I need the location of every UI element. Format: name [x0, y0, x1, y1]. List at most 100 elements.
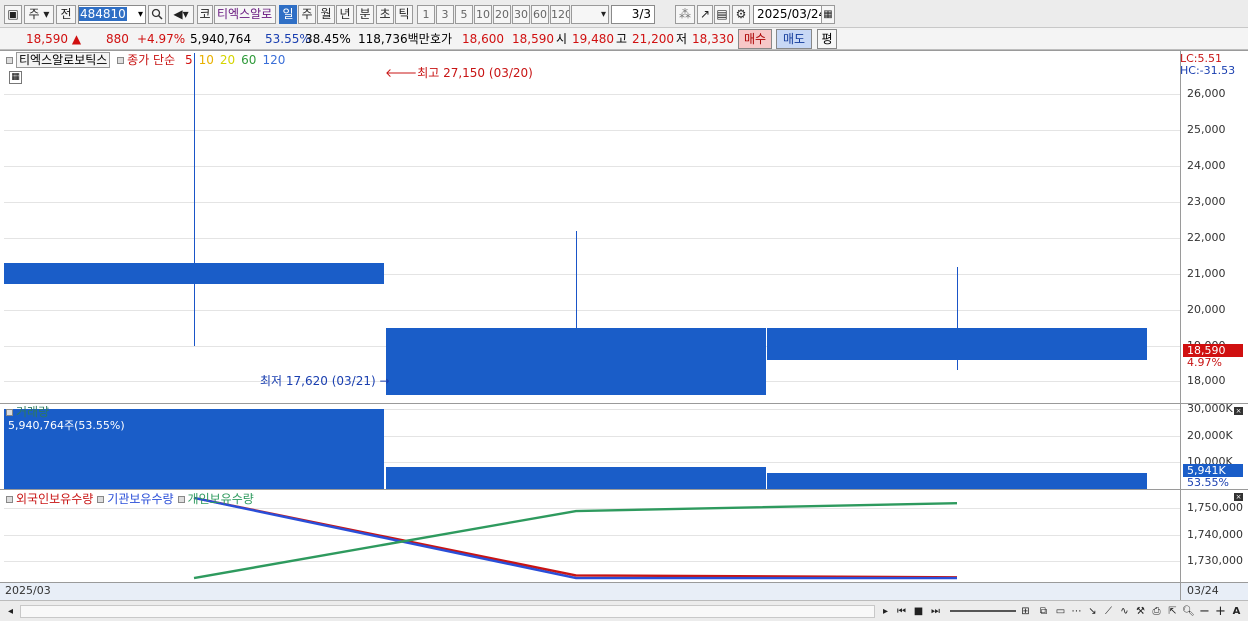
- price-chart-panel[interactable]: [4, 51, 1180, 403]
- open-label: 시: [556, 32, 568, 46]
- interval-button-120[interactable]: 120: [550, 5, 570, 24]
- window-icon[interactable]: ▭: [1053, 604, 1068, 619]
- save-icon[interactable]: ▤: [714, 5, 730, 24]
- period-tab-1[interactable]: 주: [298, 5, 316, 24]
- horizontal-scrollbar[interactable]: [20, 605, 875, 618]
- price-change-pct: +4.97%: [137, 32, 186, 46]
- eval-button[interactable]: 평: [817, 29, 837, 49]
- scroll-right-icon[interactable]: ▸: [878, 604, 893, 619]
- period-tab-4[interactable]: 분: [356, 5, 374, 24]
- speaker-icon[interactable]: ◀▾: [168, 5, 194, 24]
- crosshair-icon[interactable]: ⊞: [1018, 604, 1033, 619]
- wave-icon[interactable]: ∿: [1117, 604, 1132, 619]
- left-arrow-icon: 🡐: [385, 66, 418, 80]
- holding-y-tick: 1,740,000: [1187, 527, 1243, 541]
- stock-name[interactable]: 티엑스알로: [214, 5, 276, 24]
- legend-ma-20: 20: [219, 53, 236, 67]
- period-tab-0[interactable]: 일: [279, 5, 297, 24]
- chevron-down-icon[interactable]: ▾: [138, 6, 143, 23]
- volume-value-label: 5,940,764주(53.55%): [8, 419, 125, 432]
- line-icon[interactable]: ⟋: [1101, 604, 1116, 619]
- unit-select[interactable]: ▾: [571, 5, 609, 24]
- code-input[interactable]: 484810 ▾: [78, 5, 146, 24]
- price-legend: 티엑스알로보틱스 종가 단순 5 10 20 60 120: [6, 52, 285, 68]
- legend-marker: [177, 496, 185, 503]
- open-price: 19,480: [572, 32, 614, 46]
- scroll-left-icon[interactable]: ◂: [3, 604, 18, 619]
- hoga-label: 호가: [430, 32, 453, 46]
- volume-legend: 거래량: [6, 405, 49, 419]
- trend-icon[interactable]: ↘: [1085, 604, 1100, 619]
- price-y-tick: 24,000: [1187, 158, 1226, 172]
- toolbar: ▣ 주 ▾ 전 484810 ▾ ◀▾ 코 티엑스알로 일주월년분초틱 1351…: [0, 0, 1248, 28]
- interval-button-5[interactable]: 5: [455, 5, 473, 24]
- tool-icon[interactable]: ⚒: [1133, 604, 1148, 619]
- volume-bar: [386, 467, 766, 489]
- interval-button-60[interactable]: 60: [531, 5, 549, 24]
- zoom-slider[interactable]: [950, 610, 1016, 612]
- price-y-tick: 25,000: [1187, 123, 1226, 137]
- forward-icon[interactable]: ⏭: [928, 604, 943, 619]
- interval-button-30[interactable]: 30: [512, 5, 530, 24]
- volume-chart-panel[interactable]: [4, 404, 1180, 489]
- legend-series-name[interactable]: 기관보유수량: [107, 492, 173, 506]
- gear-icon[interactable]: ⚙: [732, 5, 750, 24]
- code-prefix-label: 코: [197, 5, 213, 24]
- layout-icon[interactable]: ▣: [4, 5, 22, 24]
- legend-stock-name[interactable]: 티엑스알로보틱스: [16, 52, 111, 68]
- hc-label: HC:-31.53: [1180, 64, 1236, 77]
- price-gridline: [4, 237, 1180, 239]
- current-price: 18,590 ▲: [26, 32, 82, 46]
- market-select[interactable]: 주 ▾: [24, 5, 54, 24]
- volume-value: 5,940,764: [190, 32, 252, 46]
- close-icon[interactable]: ×: [1234, 493, 1243, 501]
- bid-price: 18,590: [512, 32, 554, 46]
- copy-icon[interactable]: ⧉: [1036, 604, 1051, 619]
- sell-button[interactable]: 매도: [776, 29, 812, 49]
- price-gridline: [4, 309, 1180, 311]
- close-icon[interactable]: ×: [1234, 407, 1243, 415]
- scroll-toolbar: ◂ ▸ ⏮ ■ ⏭ ⊞ ⧉ ▭ ⋯ ↘ ⟋ ∿ ⚒ ⎙ ⇱ 🔍︎ − + A: [0, 600, 1248, 621]
- buy-button[interactable]: 매수: [738, 29, 772, 49]
- price-gridline: [4, 201, 1180, 203]
- period-tab-2[interactable]: 월: [317, 5, 335, 24]
- x-axis-bar: [0, 583, 1248, 600]
- period-tab-6[interactable]: 틱: [395, 5, 413, 24]
- legend-series-name[interactable]: 개인보유수량: [188, 492, 254, 506]
- legend-series-name[interactable]: 외국인보유수량: [16, 492, 93, 506]
- up-arrow-icon: ▲: [71, 32, 82, 46]
- interval-button-3[interactable]: 3: [436, 5, 454, 24]
- volume-y-tick: 20,000K: [1187, 428, 1233, 442]
- stop-icon[interactable]: ■: [911, 604, 926, 619]
- volume-bar: [767, 473, 1147, 489]
- zoom-icon[interactable]: 🔍︎: [1181, 604, 1196, 619]
- print-icon[interactable]: ⎙: [1149, 604, 1164, 619]
- holding-y-tick: 1,730,000: [1187, 553, 1243, 567]
- period-tab-3[interactable]: 년: [336, 5, 354, 24]
- plus-icon[interactable]: +: [1213, 604, 1228, 619]
- search-icon[interactable]: [148, 5, 166, 24]
- prev-button[interactable]: 전: [56, 5, 76, 24]
- candle-body: [386, 327, 766, 396]
- rewind-icon[interactable]: ⏮: [894, 604, 909, 619]
- font-size-icon[interactable]: A: [1229, 604, 1244, 619]
- draw-tool-icon[interactable]: ↗: [697, 5, 713, 24]
- interval-button-10[interactable]: 10: [474, 5, 492, 24]
- high-annotation-text: 최고 27,150 (03/20): [417, 66, 533, 80]
- interval-button-20[interactable]: 20: [493, 5, 511, 24]
- calendar-icon[interactable]: ▦: [821, 5, 835, 24]
- period-tab-5[interactable]: 초: [376, 5, 394, 24]
- legend-ma-label: 종가 단순: [127, 53, 176, 67]
- interval-button-1[interactable]: 1: [417, 5, 435, 24]
- binoculars-icon[interactable]: ⁂: [675, 5, 695, 24]
- trade-amount: 118,736백만: [358, 32, 430, 46]
- table-icon[interactable]: ▦: [9, 71, 22, 84]
- minus-icon[interactable]: −: [1197, 604, 1212, 619]
- holding-y-tick: 1,750,000: [1187, 501, 1243, 515]
- right-arrow-icon: →: [379, 374, 390, 388]
- grid-icon[interactable]: ⋯: [1069, 604, 1084, 619]
- legend-ma-10: 10: [198, 53, 214, 67]
- export-icon[interactable]: ⇱: [1165, 604, 1180, 619]
- date-input[interactable]: 2025/03/24: [753, 5, 823, 24]
- price-change: 880: [106, 32, 129, 46]
